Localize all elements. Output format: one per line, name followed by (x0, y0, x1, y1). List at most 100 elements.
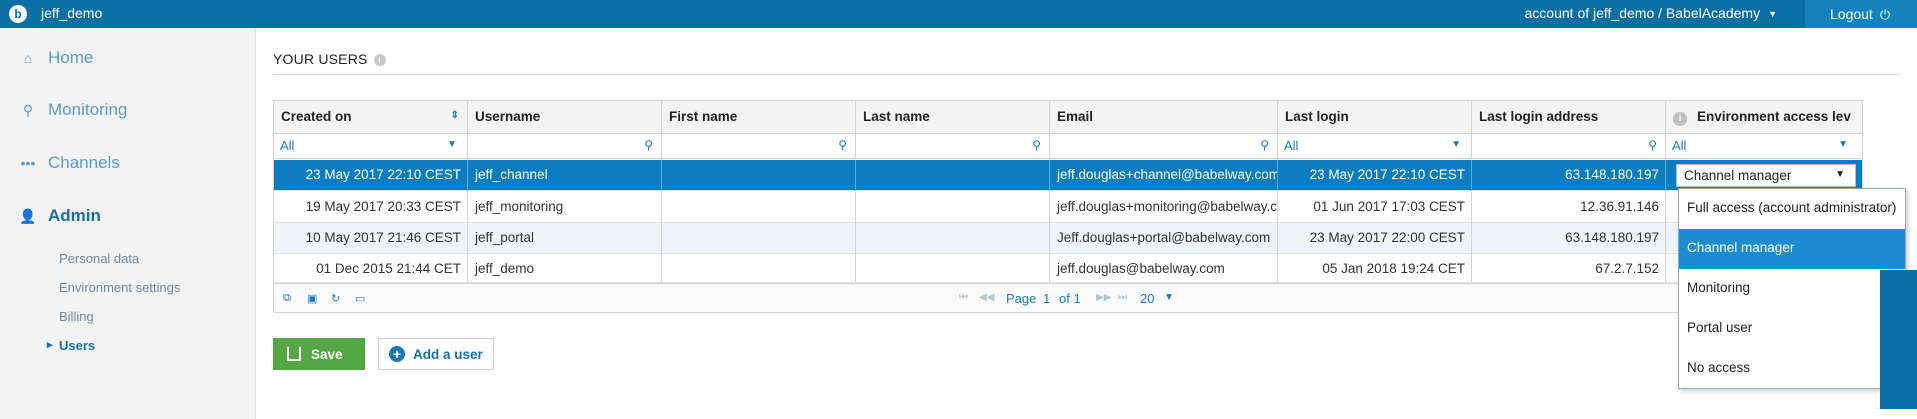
cell-username: jeff_monitoring (468, 192, 662, 223)
cell-username: jeff_demo (468, 254, 662, 285)
sidebar-item-label: Home (48, 48, 94, 67)
account-menu[interactable]: account of jeff_demo / BabelAcademy ▼ (1525, 5, 1777, 21)
sidebar-item-admin[interactable]: 👤 Admin (0, 202, 256, 232)
side-feedback-tab[interactable] (1880, 270, 1917, 409)
cell-created-on: 10 May 2017 21:46 CEST (274, 223, 468, 254)
sidebar-item-label: Admin (48, 206, 101, 225)
home-icon: ⌂ (23, 50, 33, 66)
access-level-dropdown: Full access (account administrator) Chan… (1678, 188, 1906, 389)
sidebar-item-monitoring[interactable]: ⚲ Monitoring (0, 96, 256, 126)
channels-icon: ••• (20, 155, 36, 171)
page-number[interactable]: 1 (1043, 291, 1050, 306)
cell-last-name (856, 223, 1050, 254)
cell-first-name (662, 223, 856, 254)
info-icon[interactable]: i (373, 54, 386, 66)
filter-value: All (1284, 138, 1299, 153)
column-header-first-name[interactable]: First name (662, 101, 856, 134)
column-label: Created on (281, 109, 352, 124)
sidebar-item-home[interactable]: ⌂ Home (0, 44, 256, 74)
save-button[interactable]: Save (273, 338, 365, 370)
power-icon: ⏻ (1879, 7, 1891, 22)
filter-last-login[interactable]: All ▼ (1278, 134, 1472, 159)
sidebar-item-channels[interactable]: ••• Channels (0, 149, 256, 179)
cell-last-login-address: 67.2.7.152 (1472, 254, 1666, 285)
filter-row: All ▼ ⚲ ⚲ ⚲ ⚲ All ▼ ⚲ All ▼ (274, 134, 1862, 159)
grid-header: Created on ⇕ Username First name Last nam… (274, 101, 1862, 134)
info-icon[interactable]: i (1673, 112, 1687, 126)
account-label: account of jeff_demo / BabelAcademy (1524, 5, 1761, 21)
user-icon: 👤 (19, 208, 37, 224)
logout-button[interactable]: Logout ⏻ (1805, 0, 1917, 28)
cell-last-login-address: 63.148.180.197 (1472, 223, 1666, 254)
sidebar-subitem-personal-data[interactable]: Personal data (59, 251, 139, 266)
option-no-access[interactable]: No access (1679, 349, 1905, 389)
cell-last-login: 01 Jun 2017 17:03 CEST (1278, 192, 1472, 223)
filter-email[interactable]: ⚲ (1050, 134, 1278, 159)
filter-first-name[interactable]: ⚲ (662, 134, 856, 159)
column-header-access-level[interactable]: i Environment access lev (1666, 101, 1862, 134)
column-header-last-login[interactable]: Last login (1278, 101, 1472, 134)
filter-value: All (1672, 138, 1687, 153)
search-icon: ⚲ (1032, 138, 1041, 152)
table-row[interactable]: 19 May 2017 20:33 CEST jeff_monitoring j… (274, 192, 1862, 223)
previous-page-icon[interactable]: ◀◀ (979, 292, 994, 303)
cell-username: jeff_channel (468, 160, 662, 191)
search-icon: ⚲ (644, 138, 653, 152)
sidebar-subitem-environment-settings[interactable]: Environment settings (59, 280, 180, 295)
cell-first-name (662, 254, 856, 285)
chevron-down-icon[interactable]: ▼ (1164, 292, 1174, 303)
cell-created-on: 19 May 2017 20:33 CEST (274, 192, 468, 223)
search-icon: ⚲ (1260, 138, 1269, 152)
table-row[interactable]: 23 May 2017 22:10 CEST jeff_channel jeff… (274, 160, 1862, 191)
next-page-icon[interactable]: ▶▶ (1096, 292, 1111, 303)
column-header-last-login-address[interactable]: Last login address (1472, 101, 1666, 134)
cell-last-login: 23 May 2017 22:00 CEST (1278, 223, 1472, 254)
page-title-text: YOUR USERS (273, 51, 368, 67)
access-level-select[interactable]: Channel manager ▼ (1676, 164, 1856, 187)
option-full-access[interactable]: Full access (account administrator) (1679, 189, 1905, 229)
open-window-icon[interactable]: ⧉ (283, 292, 291, 305)
folder-icon[interactable]: ▭ (355, 292, 365, 305)
filter-username[interactable]: ⚲ (468, 134, 662, 159)
sidebar-subitem-users[interactable]: Users (47, 338, 95, 353)
cell-first-name (662, 192, 856, 223)
logout-label: Logout (1830, 6, 1873, 22)
babelway-logo-icon: b (9, 5, 27, 23)
refresh-icon[interactable]: ↻ (331, 292, 340, 305)
page-count: of 1 (1059, 291, 1081, 306)
cell-last-login: 23 May 2017 22:10 CEST (1278, 160, 1472, 191)
first-page-icon[interactable]: ⏮ (959, 292, 968, 303)
export-icon[interactable]: ▣ (307, 292, 317, 305)
filter-created-on[interactable]: All ▼ (274, 134, 468, 159)
cell-last-login: 05 Jan 2018 19:24 CET (1278, 254, 1472, 285)
chevron-down-icon: ▼ (1768, 9, 1777, 20)
sidebar-item-label: Monitoring (48, 100, 128, 119)
sidebar-subitem-billing[interactable]: Billing (59, 309, 94, 324)
option-monitoring[interactable]: Monitoring (1679, 269, 1905, 309)
cell-last-name (856, 254, 1050, 285)
filter-last-login-address[interactable]: ⚲ (1472, 134, 1666, 159)
chevron-down-icon: ▼ (1451, 139, 1461, 150)
option-portal-user[interactable]: Portal user (1679, 309, 1905, 349)
page-size-select[interactable]: 20 (1140, 291, 1154, 306)
sort-icon[interactable]: ⇕ (451, 110, 459, 121)
cell-created-on: 01 Dec 2015 21:44 CET (274, 254, 468, 285)
option-channel-manager[interactable]: Channel manager (1679, 229, 1905, 269)
cell-created-on: 23 May 2017 22:10 CEST (274, 160, 468, 191)
chevron-down-icon: ▼ (1838, 139, 1848, 150)
last-page-icon[interactable]: ⏭ (1118, 292, 1127, 303)
table-row[interactable]: 10 May 2017 21:46 CEST jeff_portal Jeff.… (274, 223, 1862, 254)
column-header-last-name[interactable]: Last name (856, 101, 1050, 134)
users-grid: Created on ⇕ Username First name Last nam… (273, 100, 1863, 313)
cell-last-login-address: 12.36.91.146 (1472, 192, 1666, 223)
table-row[interactable]: 01 Dec 2015 21:44 CET jeff_demo jeff.dou… (274, 254, 1862, 285)
column-header-created-on[interactable]: Created on ⇕ (274, 101, 468, 134)
add-user-button[interactable]: + Add a user (378, 338, 494, 370)
filter-last-name[interactable]: ⚲ (856, 134, 1050, 159)
cell-last-name (856, 160, 1050, 191)
column-header-email[interactable]: Email (1050, 101, 1278, 134)
search-icon: ⚲ (22, 102, 34, 118)
column-header-username[interactable]: Username (468, 101, 662, 134)
filter-access-level[interactable]: All ▼ (1666, 134, 1862, 159)
search-icon: ⚲ (1648, 138, 1657, 152)
